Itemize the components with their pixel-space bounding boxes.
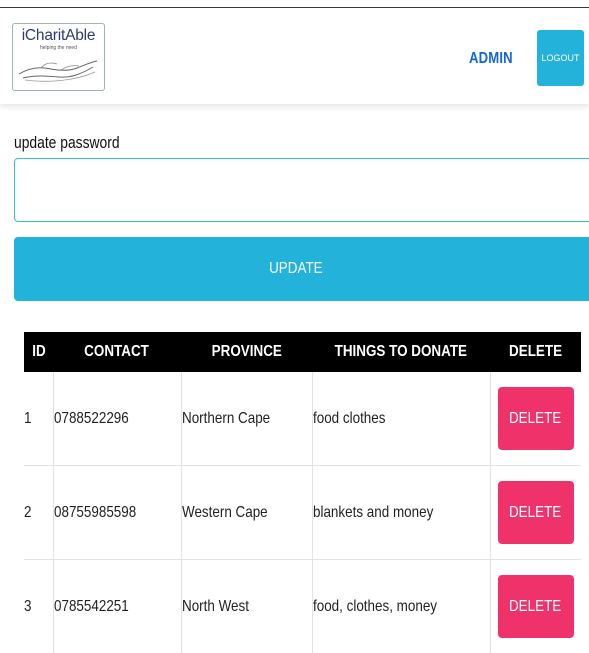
navbar: iCharitAble helping the need ADMIN LOGOU…: [0, 8, 589, 104]
admin-link[interactable]: ADMIN: [469, 50, 513, 68]
logout-button[interactable]: LOGOUT: [537, 30, 584, 86]
header-contact: CONTACT: [53, 332, 181, 372]
header-things-to-donate: THINGS TO DONATE: [312, 332, 490, 372]
delete-button[interactable]: DELETE: [498, 481, 574, 544]
update-password-label: update password: [14, 134, 120, 153]
table-row: 1 0788522296 Northern Cape food clothes …: [24, 372, 581, 466]
password-input[interactable]: [14, 158, 589, 222]
hand-icon: [17, 50, 101, 84]
header-id: ID: [24, 332, 53, 372]
delete-button[interactable]: DELETE: [498, 575, 574, 638]
donations-table: ID CONTACT PROVINCE THINGS TO DONATE DEL…: [24, 332, 581, 653]
cell-province: Northern Cape: [181, 372, 312, 466]
cell-id: 3: [24, 560, 53, 653]
cell-province: Western Cape: [181, 466, 312, 560]
cell-contact: 0785542251: [53, 560, 181, 653]
header-delete: DELETE: [490, 332, 581, 372]
cell-things-to-donate: blankets and money: [312, 466, 490, 560]
cell-province: North West: [181, 560, 312, 653]
update-button[interactable]: UPDATE: [14, 237, 589, 301]
cell-things-to-donate: food clothes: [312, 372, 490, 466]
cell-contact: 0788522296: [53, 372, 181, 466]
logo[interactable]: iCharitAble helping the need: [12, 23, 105, 91]
cell-delete: DELETE: [490, 372, 581, 466]
cell-id: 1: [24, 372, 53, 466]
table-header-row: ID CONTACT PROVINCE THINGS TO DONATE DEL…: [24, 332, 581, 372]
cell-contact: 08755985598: [53, 466, 181, 560]
cell-id: 2: [24, 466, 53, 560]
header-province: PROVINCE: [181, 332, 312, 372]
update-button-label: UPDATE: [269, 260, 323, 278]
cell-delete: DELETE: [490, 466, 581, 560]
table-row: 2 08755985598 Western Cape blankets and …: [24, 466, 581, 560]
table-row: 3 0785542251 North West food, clothes, m…: [24, 560, 581, 653]
logo-text: iCharitAble: [13, 27, 104, 45]
cell-things-to-donate: food, clothes, money: [312, 560, 490, 653]
cell-delete: DELETE: [490, 560, 581, 653]
delete-button[interactable]: DELETE: [498, 387, 574, 450]
